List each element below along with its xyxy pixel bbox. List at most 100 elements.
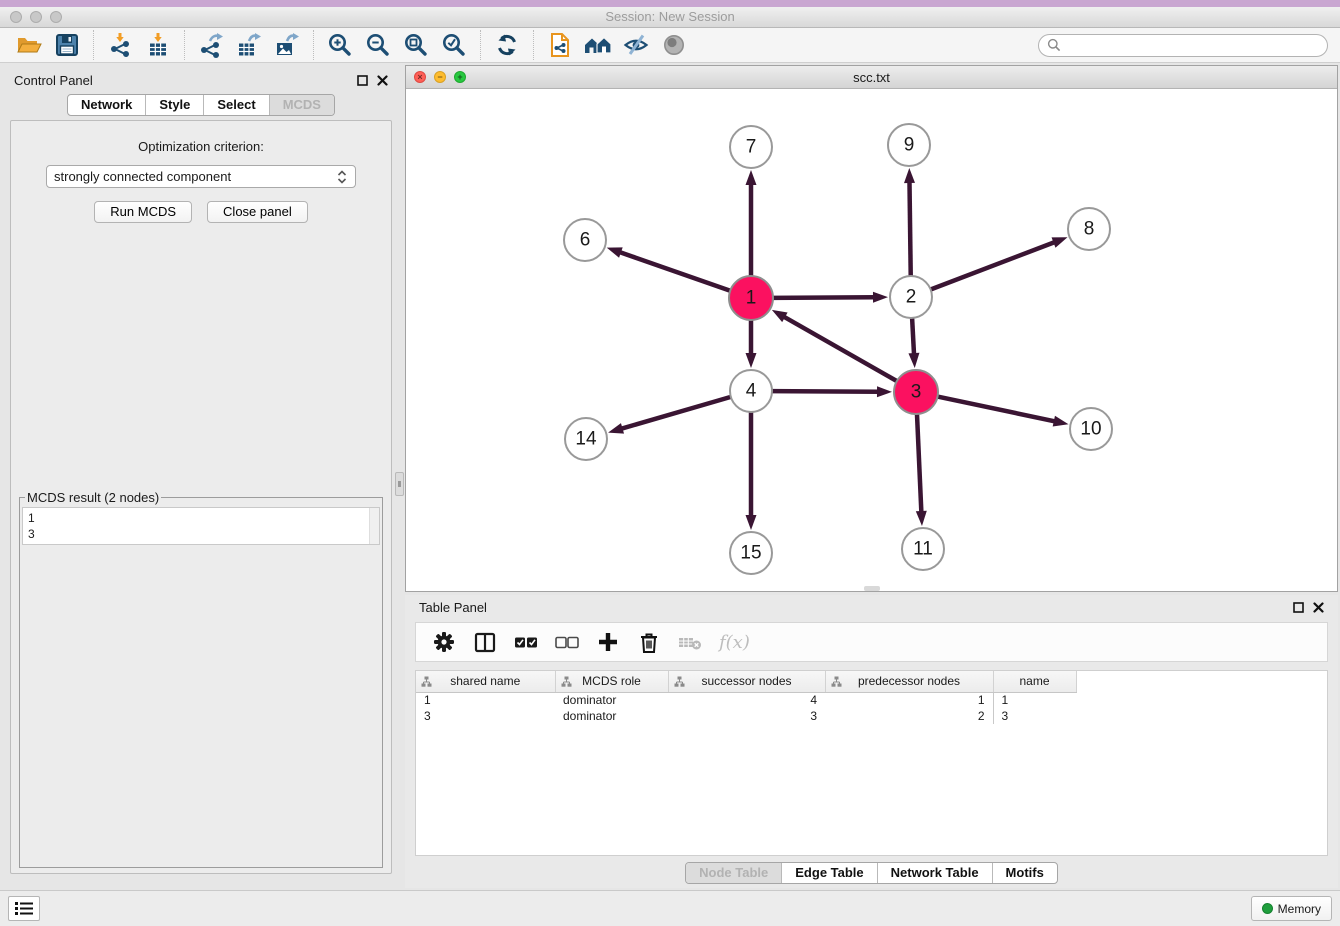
cell-predecessor-nodes[interactable]: 1 [825,692,993,708]
close-view-button[interactable]: × [414,71,426,83]
clear-table-icon[interactable] [676,628,704,656]
table-row[interactable]: 3dominator323 [416,708,1076,724]
table-panel-header: Table Panel [405,595,1338,619]
close-table-panel-icon[interactable] [1313,602,1324,613]
tab-network-table[interactable]: Network Table [878,863,993,883]
node-table[interactable]: shared name MCDS role successor nodes prede… [416,671,1077,724]
column-header-successor-nodes[interactable]: successor nodes [668,671,825,692]
cell-successor-nodes[interactable]: 4 [668,692,825,708]
control-panel: Control Panel NetworkStyleSelectMCDS Opt… [2,68,400,880]
tab-node-table[interactable]: Node Table [686,863,782,883]
delete-columns-icon[interactable] [635,628,663,656]
graph-edge-arrow [746,170,757,185]
save-session-icon[interactable] [53,31,81,59]
close-panel-icon[interactable] [377,75,388,86]
graph-edge-3-1[interactable] [783,316,897,381]
float-table-panel-icon[interactable] [1293,602,1304,613]
graph-edge-arrow [607,247,623,257]
column-type-icon [421,676,432,687]
ndex-home-icon[interactable] [584,31,612,59]
graph-node-label: 3 [911,382,922,403]
run-mcds-button[interactable]: Run MCDS [94,201,192,223]
column-header-shared-name[interactable]: shared name [416,671,555,692]
open-session-icon[interactable] [15,31,43,59]
graph-edge-4-3[interactable] [772,391,879,392]
cell-MCDS-role[interactable]: dominator [555,692,668,708]
tab-edge-table[interactable]: Edge Table [782,863,877,883]
ndex-export-icon[interactable] [546,31,574,59]
maximize-view-button[interactable]: + [454,71,466,83]
minimize-window-button[interactable] [30,11,42,23]
cell-name[interactable]: 3 [993,708,1076,724]
zoom-window-button[interactable] [50,11,62,23]
table-settings-icon[interactable] [430,628,458,656]
cell-successor-nodes[interactable]: 3 [668,708,825,724]
zoom-selected-icon[interactable] [440,31,468,59]
control-panel-header: Control Panel [2,68,400,92]
split-panel-icon[interactable] [471,628,499,656]
zoom-fit-icon[interactable] [402,31,430,59]
cell-shared-name[interactable]: 3 [416,708,555,724]
graph-edge-2-3[interactable] [912,318,914,355]
graph-edge-1-2[interactable] [773,297,875,298]
column-label: shared name [450,674,520,688]
hide-graphics-details-icon[interactable] [622,31,650,59]
graph-node-label: 9 [904,135,915,156]
column-label: successor nodes [701,674,791,688]
close-panel-button[interactable]: Close panel [207,201,308,223]
graph-edge-2-8[interactable] [931,242,1056,290]
import-table-icon[interactable] [144,31,172,59]
float-panel-icon[interactable] [357,75,368,86]
cell-predecessor-nodes[interactable]: 2 [825,708,993,724]
cell-MCDS-role[interactable]: dominator [555,708,668,724]
search-input[interactable] [1065,36,1327,54]
graph-edge-3-11[interactable] [917,414,921,513]
zoom-out-icon[interactable] [364,31,392,59]
panel-divider-grip[interactable] [395,472,404,496]
mcds-tab-content: Optimization criterion: strongly connect… [10,120,392,874]
graph-edge-1-6[interactable] [619,252,730,291]
deselect-all-columns-icon[interactable] [553,628,581,656]
cell-shared-name[interactable]: 1 [416,692,555,708]
minimize-view-button[interactable]: − [434,71,446,83]
graph-edge-3-10[interactable] [938,397,1056,422]
export-network-icon[interactable] [197,31,225,59]
column-type-icon [831,676,842,687]
cell-name[interactable]: 1 [993,692,1076,708]
table-row[interactable]: 1dominator411 [416,692,1076,708]
zoom-in-icon[interactable] [326,31,354,59]
search-icon [1047,38,1061,52]
graph-edge-arrow [1052,237,1068,247]
close-window-button[interactable] [10,11,22,23]
node-table-body: 1dominator4113dominator323 [416,692,1076,724]
graph-node-label: 11 [913,539,933,560]
tab-network[interactable]: Network [68,95,146,115]
function-builder-icon[interactable]: f(x) [719,632,750,653]
birdseye-view-icon[interactable] [660,31,688,59]
column-header-name[interactable]: name [993,671,1076,692]
criterion-dropdown[interactable]: strongly connected component [46,165,356,188]
memory-button[interactable]: Memory [1251,896,1332,921]
column-header-predecessor-nodes[interactable]: predecessor nodes [825,671,993,692]
result-scrollbar[interactable] [369,508,379,544]
export-table-icon[interactable] [235,31,263,59]
graph-edge-2-9[interactable] [909,181,910,276]
tab-select[interactable]: Select [204,95,269,115]
task-history-button[interactable] [8,896,40,921]
export-image-icon[interactable] [273,31,301,59]
tab-motifs[interactable]: Motifs [993,863,1057,883]
tab-style[interactable]: Style [146,95,204,115]
graph-node-label: 14 [575,429,597,450]
network-canvas[interactable]: 1234678910111415 [406,89,1337,591]
column-header-MCDS-role[interactable]: MCDS role [555,671,668,692]
add-column-icon[interactable] [594,628,622,656]
graph-edge-4-14[interactable] [621,397,731,429]
apply-layout-icon[interactable] [493,31,521,59]
network-view-window: × − + scc.txt 1234678910111415 [405,65,1338,592]
tab-mcds[interactable]: MCDS [270,95,334,115]
network-graph[interactable]: 1234678910111415 [406,89,1337,591]
mcds-result-box: 13 [22,507,380,545]
select-all-columns-icon[interactable] [512,628,540,656]
import-network-icon[interactable] [106,31,134,59]
canvas-resize-grip[interactable] [864,586,880,591]
